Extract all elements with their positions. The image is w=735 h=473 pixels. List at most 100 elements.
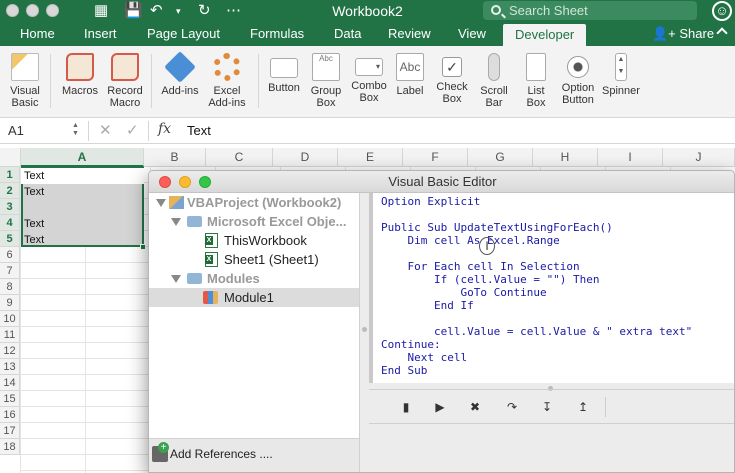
tab-formulas[interactable]: Formulas <box>250 26 304 41</box>
spinner-button[interactable]: ▲ ▼ Spinner <box>600 46 642 97</box>
cell-a4[interactable]: Text <box>21 216 144 232</box>
formula-input[interactable]: Text <box>187 123 211 138</box>
tree-node-modules[interactable]: Modules <box>149 269 359 288</box>
vbe-minimize-button[interactable] <box>179 176 191 188</box>
column-header-f[interactable]: F <box>403 148 468 167</box>
row-header[interactable]: 7 <box>0 263 20 279</box>
row-header[interactable]: 2 <box>0 183 20 199</box>
enter-check-icon[interactable]: ✓ <box>126 121 139 139</box>
combo-box-button[interactable]: ▾ Combo Box <box>348 46 390 104</box>
label-label: Label <box>396 85 424 97</box>
column-header-e[interactable]: E <box>338 148 403 167</box>
vbe-title-bar: Visual Basic Editor <box>149 171 734 193</box>
row-header[interactable]: 11 <box>0 327 20 343</box>
cancel-icon[interactable]: ✕ <box>99 121 112 139</box>
list-box-button[interactable]: List Box <box>516 46 556 109</box>
cell-a2[interactable]: Text <box>21 184 144 200</box>
row-header[interactable]: 9 <box>0 295 20 311</box>
disclosure-triangle-icon[interactable] <box>156 199 166 207</box>
disclosure-triangle-icon[interactable] <box>171 218 181 226</box>
row-header[interactable]: 15 <box>0 391 20 407</box>
button-control-icon <box>270 58 298 78</box>
cell-a1[interactable]: Text <box>21 168 144 184</box>
add-references-button[interactable]: Add References .... <box>170 447 273 461</box>
row-header[interactable]: 6 <box>0 247 20 263</box>
step-out-icon[interactable]: ↥ <box>576 400 590 414</box>
column-header-b[interactable]: B <box>144 148 206 167</box>
folder-icon <box>187 216 202 227</box>
column-header-j[interactable]: J <box>663 148 735 167</box>
share-button[interactable]: 👤+ Share <box>652 26 714 42</box>
tab-review[interactable]: Review <box>388 26 431 41</box>
name-box[interactable]: A1 <box>8 123 24 138</box>
row-header[interactable]: 5 <box>0 231 20 247</box>
tab-data[interactable]: Data <box>334 26 361 41</box>
add-ins-label: Add-ins <box>161 85 199 97</box>
fill-handle[interactable] <box>140 244 146 250</box>
column-header-i[interactable]: I <box>598 148 663 167</box>
check-box-button[interactable]: ✓ Check Box <box>432 46 472 105</box>
code-editor[interactable]: Option Explicit Public Sub UpdateTextUsi… <box>369 193 734 383</box>
column-header-d[interactable]: D <box>273 148 338 167</box>
stop-icon[interactable]: ✖ <box>468 400 482 414</box>
label-control-button[interactable]: Abc Label <box>392 46 428 97</box>
option-button-label: Option Button <box>561 82 595 106</box>
row-header[interactable]: 13 <box>0 359 20 375</box>
add-ins-button[interactable]: Add-ins <box>158 46 202 97</box>
breakpoint-icon[interactable]: ▮ <box>399 400 413 414</box>
scroll-bar-button[interactable]: Scroll Bar <box>474 46 514 109</box>
row-header[interactable]: 3 <box>0 199 20 215</box>
tree-node-module1[interactable]: Module1 <box>149 288 359 307</box>
row-header[interactable]: 10 <box>0 311 20 327</box>
step-into-icon[interactable]: ↧ <box>540 400 554 414</box>
tree-node-sheet1[interactable]: Sheet1 (Sheet1) <box>149 250 359 269</box>
tab-insert[interactable]: Insert <box>84 26 117 41</box>
collapse-ribbon-icon[interactable] <box>716 27 728 39</box>
tab-home[interactable]: Home <box>20 26 55 41</box>
list-box-icon <box>526 53 546 81</box>
row-header[interactable]: 14 <box>0 375 20 391</box>
tab-page-layout[interactable]: Page Layout <box>147 26 220 41</box>
select-all-corner[interactable] <box>0 148 21 167</box>
row-header[interactable]: 1 <box>0 167 20 183</box>
cell-a5[interactable]: Text <box>21 232 144 248</box>
row-header[interactable]: 4 <box>0 215 20 231</box>
tree-node-thisworkbook[interactable]: ThisWorkbook <box>149 231 359 250</box>
tab-developer[interactable]: Developer <box>503 24 587 46</box>
option-button-button[interactable]: Option Button <box>558 46 598 106</box>
disclosure-triangle-icon[interactable] <box>171 275 181 283</box>
group-box-button[interactable]: Abc Group Box <box>306 46 346 109</box>
macros-button[interactable]: Macros <box>58 46 102 97</box>
radio-button-icon <box>567 56 589 78</box>
formula-divider <box>88 121 89 141</box>
pane-splitter[interactable] <box>359 193 369 472</box>
column-header-a[interactable]: A <box>21 148 144 167</box>
record-macro-label: Record Macro <box>107 85 143 109</box>
code-text[interactable]: Option Explicit Public Sub UpdateTextUsi… <box>373 193 734 377</box>
search-sheet-input[interactable]: Search Sheet <box>483 1 697 20</box>
row-header[interactable]: 12 <box>0 343 20 359</box>
visual-basic-button[interactable]: Visual Basic <box>4 46 46 109</box>
name-box-stepper-icon[interactable]: ▲ ▼ <box>72 122 79 138</box>
button-control-button[interactable]: Button <box>264 46 304 94</box>
row-header[interactable]: 18 <box>0 439 20 455</box>
insert-function-icon[interactable]: fx <box>158 121 171 137</box>
column-header-g[interactable]: G <box>468 148 533 167</box>
column-header-h[interactable]: H <box>533 148 598 167</box>
feedback-smiley-icon[interactable]: ☺ <box>712 1 732 21</box>
vbe-zoom-button[interactable] <box>199 176 211 188</box>
run-continue-icon[interactable]: ▶ <box>433 400 447 414</box>
record-macro-button[interactable]: Record Macro <box>104 46 146 109</box>
row-header[interactable]: 16 <box>0 407 20 423</box>
add-references-icon[interactable] <box>152 442 169 462</box>
excel-add-ins-button[interactable]: Excel Add-ins <box>204 46 250 109</box>
cell-a3[interactable] <box>21 200 144 216</box>
vbe-close-button[interactable] <box>159 176 171 188</box>
tab-view[interactable]: View <box>458 26 486 41</box>
row-header[interactable]: 17 <box>0 423 20 439</box>
tree-node-project[interactable]: VBAProject (Workbook2) <box>149 193 359 212</box>
step-over-icon[interactable]: ↷ <box>505 400 519 414</box>
column-header-c[interactable]: C <box>206 148 273 167</box>
row-header[interactable]: 8 <box>0 279 20 295</box>
tree-node-excel-objects[interactable]: Microsoft Excel Obje... <box>149 212 359 231</box>
